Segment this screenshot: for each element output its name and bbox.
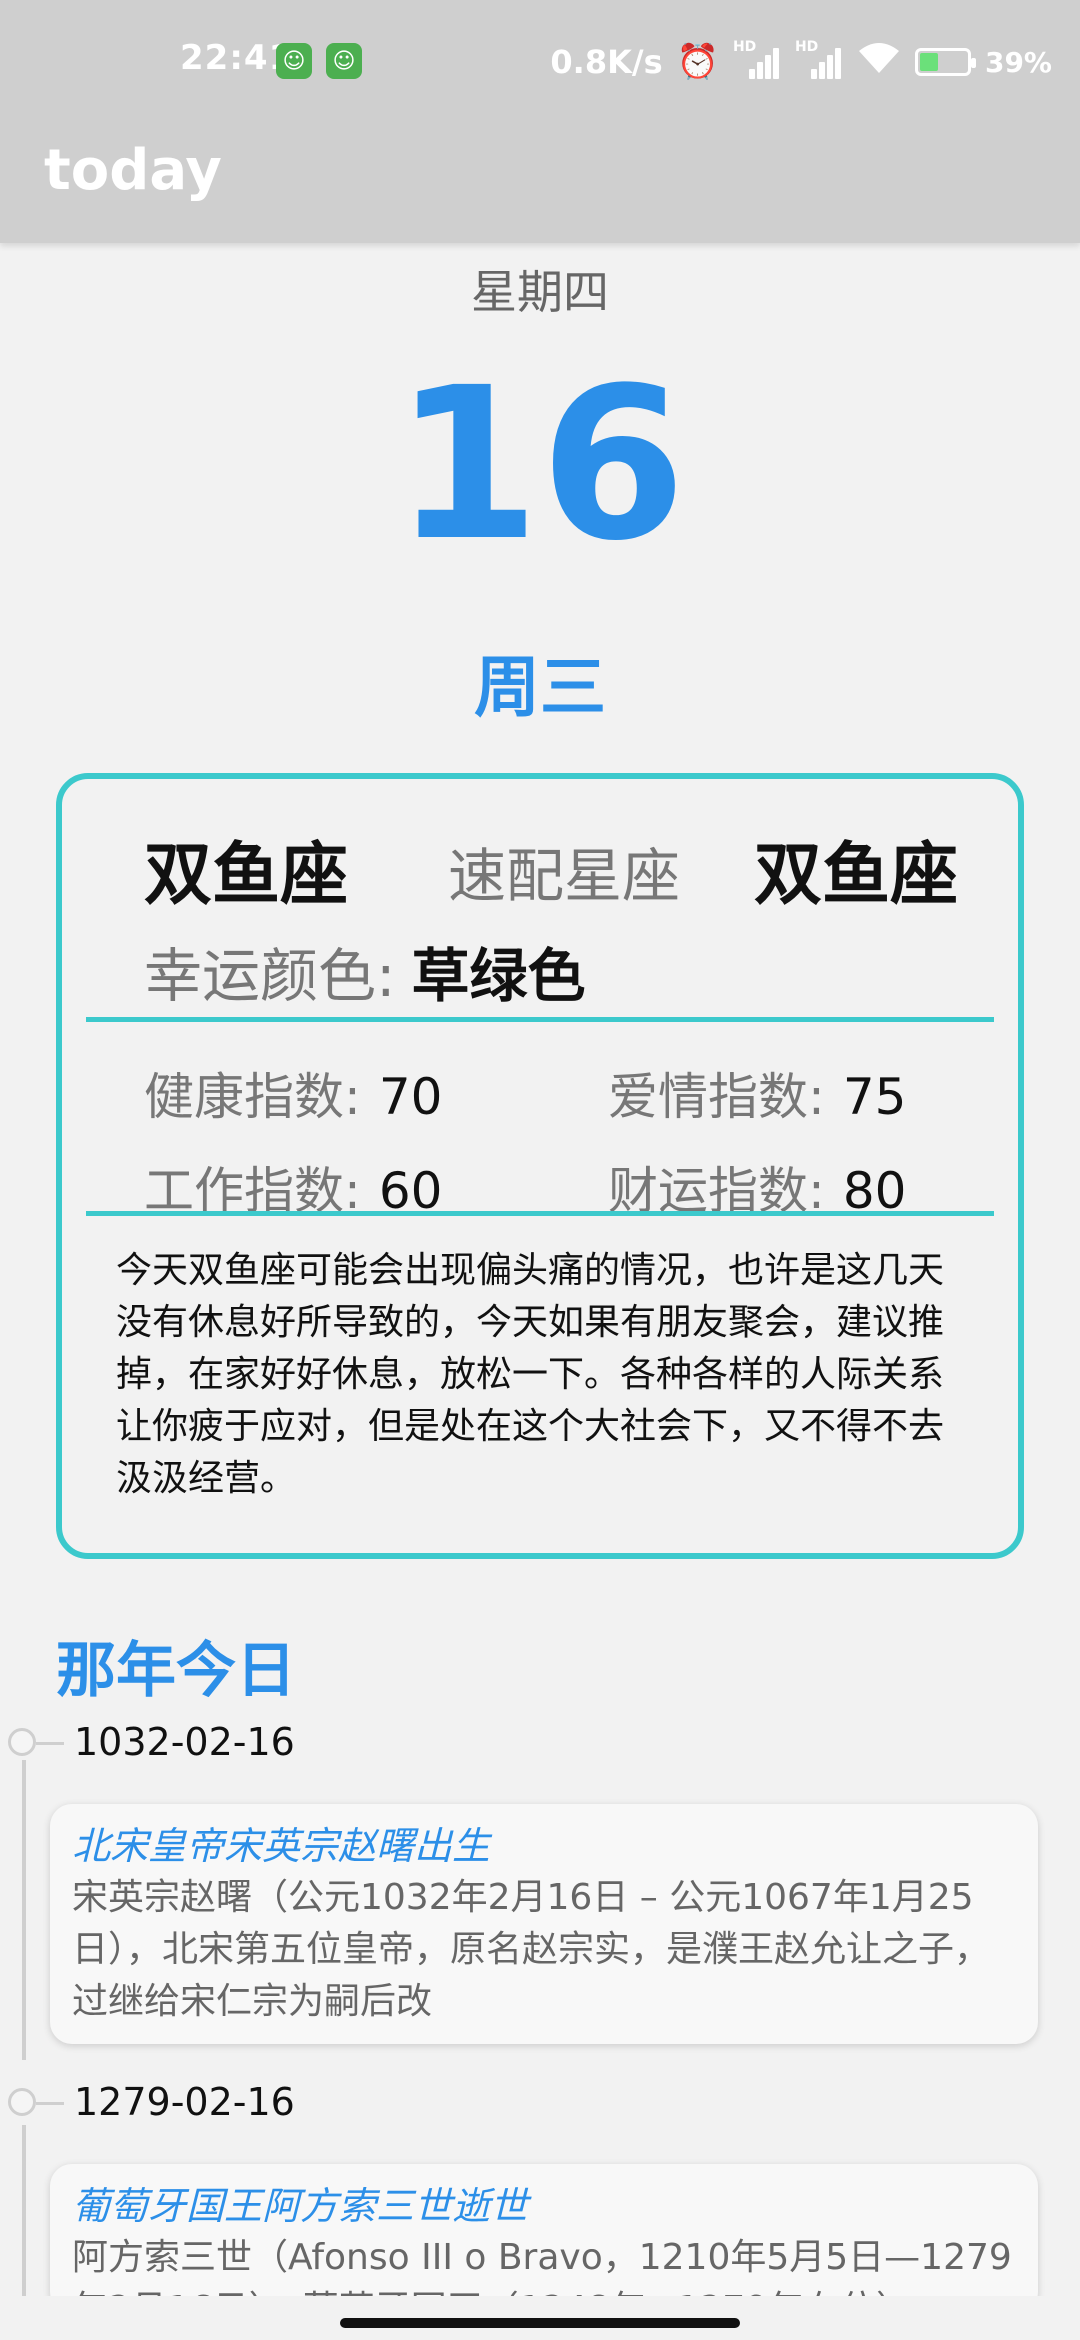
net-speed: 0.8K/s xyxy=(550,43,663,81)
match-label: 速配星座 xyxy=(448,842,681,910)
sign-row: 双鱼座 速配星座 双鱼座 xyxy=(62,819,1018,915)
event-text: 宋英宗赵曙（公元1032年2月16日 – 公元1067年1月25日），北宋第五位… xyxy=(72,1877,991,2022)
timeline-tick xyxy=(36,2102,64,2105)
day-number: 16 xyxy=(393,342,687,587)
event-title[interactable]: 葡萄牙国王阿方索三世逝世 xyxy=(72,2180,1016,2232)
index-value: 70 xyxy=(378,1068,443,1126)
timeline-line xyxy=(22,1760,26,2060)
horoscope-card: 双鱼座 速配星座 双鱼座 幸运颜色: 草绿色 健康指数: 70 爱情指数: 75 工作… xyxy=(56,773,1024,1559)
status-bar: 22:41 ☺ ☺ 0.8K/s ⏰ HD HD 39% xyxy=(0,0,1080,125)
lucky-color-label: 幸运颜色: xyxy=(144,942,396,1010)
event-card[interactable]: 葡萄牙国王阿方索三世逝世 阿方索三世（Afonso III o Bravo，12… xyxy=(50,2164,1038,2314)
horoscope-description: 今天双鱼座可能会出现偏头痛的情况，也许是这几天没有休息好所导致的，今天如果有朋友… xyxy=(116,1250,945,1499)
health-index: 健康指数: 70 xyxy=(144,1057,442,1129)
index-label: 健康指数: xyxy=(144,1068,361,1126)
app-title: today xyxy=(44,138,222,203)
event-title[interactable]: 北宋皇帝宋英宗赵曙出生 xyxy=(72,1820,1016,1872)
weekday: 星期四 xyxy=(471,265,609,319)
notification-app-icon: ☺ xyxy=(276,43,312,79)
timeline-dot-icon xyxy=(8,2088,36,2116)
notification-app-icon: ☺ xyxy=(326,43,362,79)
index-value: 75 xyxy=(842,1068,907,1126)
divider xyxy=(86,1017,994,1022)
history-title: 那年今日 xyxy=(56,1636,296,1706)
signal-icon: HD xyxy=(795,39,843,79)
divider xyxy=(86,1211,994,1216)
zodiac-sign: 双鱼座 xyxy=(144,836,349,915)
alarm-icon: ⏰ xyxy=(676,42,719,82)
wifi-icon xyxy=(857,41,901,83)
event-date: 1032-02-16 xyxy=(74,1720,295,1764)
battery-charging-icon xyxy=(914,48,976,76)
event-card[interactable]: 北宋皇帝宋英宗赵曙出生 宋英宗赵曙（公元1032年2月16日 – 公元1067年… xyxy=(50,1804,1038,2044)
timeline-dot-icon xyxy=(8,1728,36,1756)
battery-percent: 39% xyxy=(984,45,1052,79)
weekday-short: 周三 xyxy=(474,649,606,726)
signal-icon: HD xyxy=(733,39,781,79)
index-label: 爱情指数: xyxy=(608,1068,825,1126)
match-sign: 双鱼座 xyxy=(754,836,959,915)
event-date: 1279-02-16 xyxy=(74,2080,295,2124)
timeline-tick xyxy=(36,1742,64,1745)
love-index: 爱情指数: 75 xyxy=(608,1057,906,1129)
lucky-color: 幸运颜色: 草绿色 xyxy=(144,929,586,1013)
status-icons: 0.8K/s ⏰ HD HD 39% xyxy=(550,38,1052,86)
app-bar: 22:41 ☺ ☺ 0.8K/s ⏰ HD HD 39% today xyxy=(0,0,1080,243)
gesture-bar[interactable] xyxy=(340,2318,740,2328)
lucky-color-value: 草绿色 xyxy=(411,942,586,1010)
